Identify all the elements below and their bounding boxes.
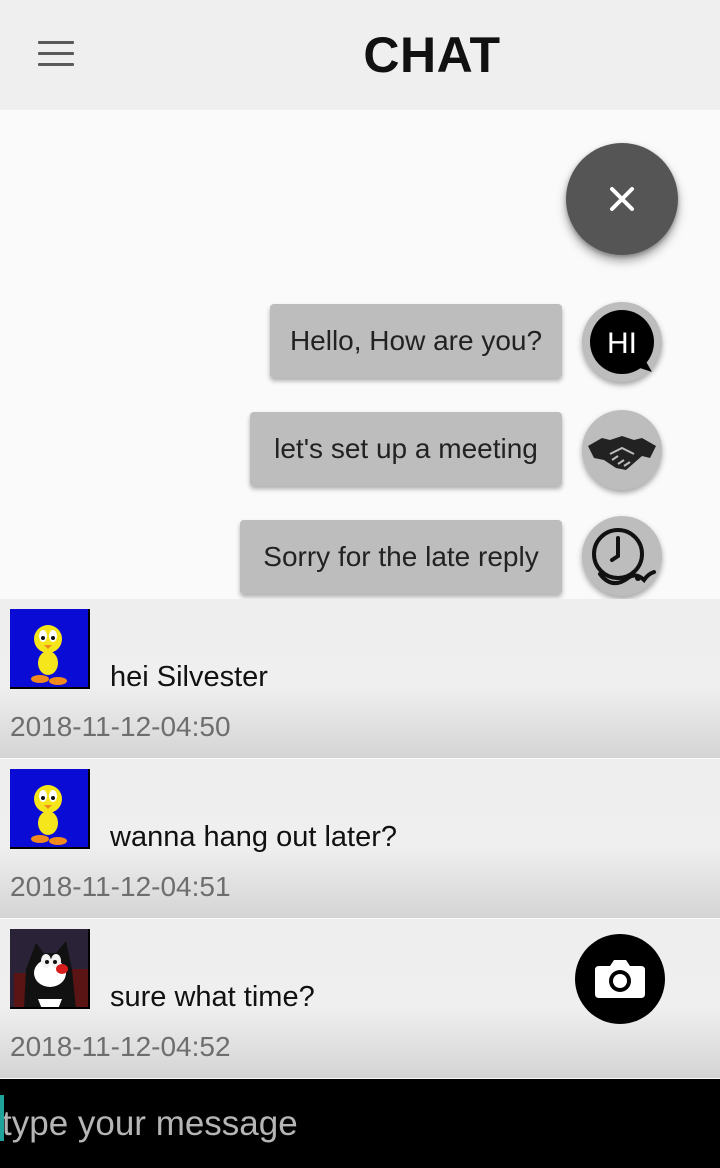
quick-reply-meeting-button[interactable]: [582, 410, 662, 490]
page-title: CHAT: [363, 27, 501, 83]
message-composer: [0, 1079, 720, 1168]
tweety-avatar-icon: [10, 609, 90, 689]
avatar: [10, 609, 90, 689]
message-item[interactable]: hei Silvester 2018-11-12-04:50: [0, 599, 720, 758]
avatar: [10, 929, 90, 1009]
text-cursor: [0, 1095, 4, 1141]
sylvester-avatar-icon: [10, 929, 90, 1009]
svg-text:HI: HI: [607, 327, 637, 360]
message-text: wanna hang out later?: [110, 821, 397, 853]
message-input[interactable]: [0, 1079, 720, 1168]
message-text: sure what time?: [110, 981, 315, 1013]
handshake-icon: [588, 436, 656, 470]
message-item[interactable]: wanna hang out later? 2018-11-12-04:51: [0, 759, 720, 918]
message-text: hei Silvester: [110, 661, 268, 693]
quick-reply-hello-label[interactable]: Hello, How are you?: [270, 304, 562, 378]
message-timestamp: 2018-11-12-04:50: [10, 711, 231, 742]
tweety-avatar-icon: [10, 769, 90, 849]
quick-reply-hello-button[interactable]: HI: [582, 302, 662, 382]
message-timestamp: 2018-11-12-04:51: [10, 871, 231, 902]
hi-speech-bubble-icon: HI: [590, 310, 654, 374]
camera-icon: [595, 960, 645, 998]
app-bar: CHAT: [0, 0, 720, 110]
message-timestamp: 2018-11-12-04:52: [10, 1031, 231, 1062]
close-icon: [610, 187, 634, 211]
close-fab-button[interactable]: [566, 143, 678, 255]
avatar: [10, 769, 90, 849]
quick-reply-late-button[interactable]: [582, 516, 662, 596]
quick-reply-meeting-label[interactable]: let's set up a meeting: [250, 412, 562, 486]
clock-icon: [592, 528, 656, 586]
camera-button[interactable]: [575, 934, 665, 1024]
quick-reply-late-label[interactable]: Sorry for the late reply: [240, 520, 562, 594]
